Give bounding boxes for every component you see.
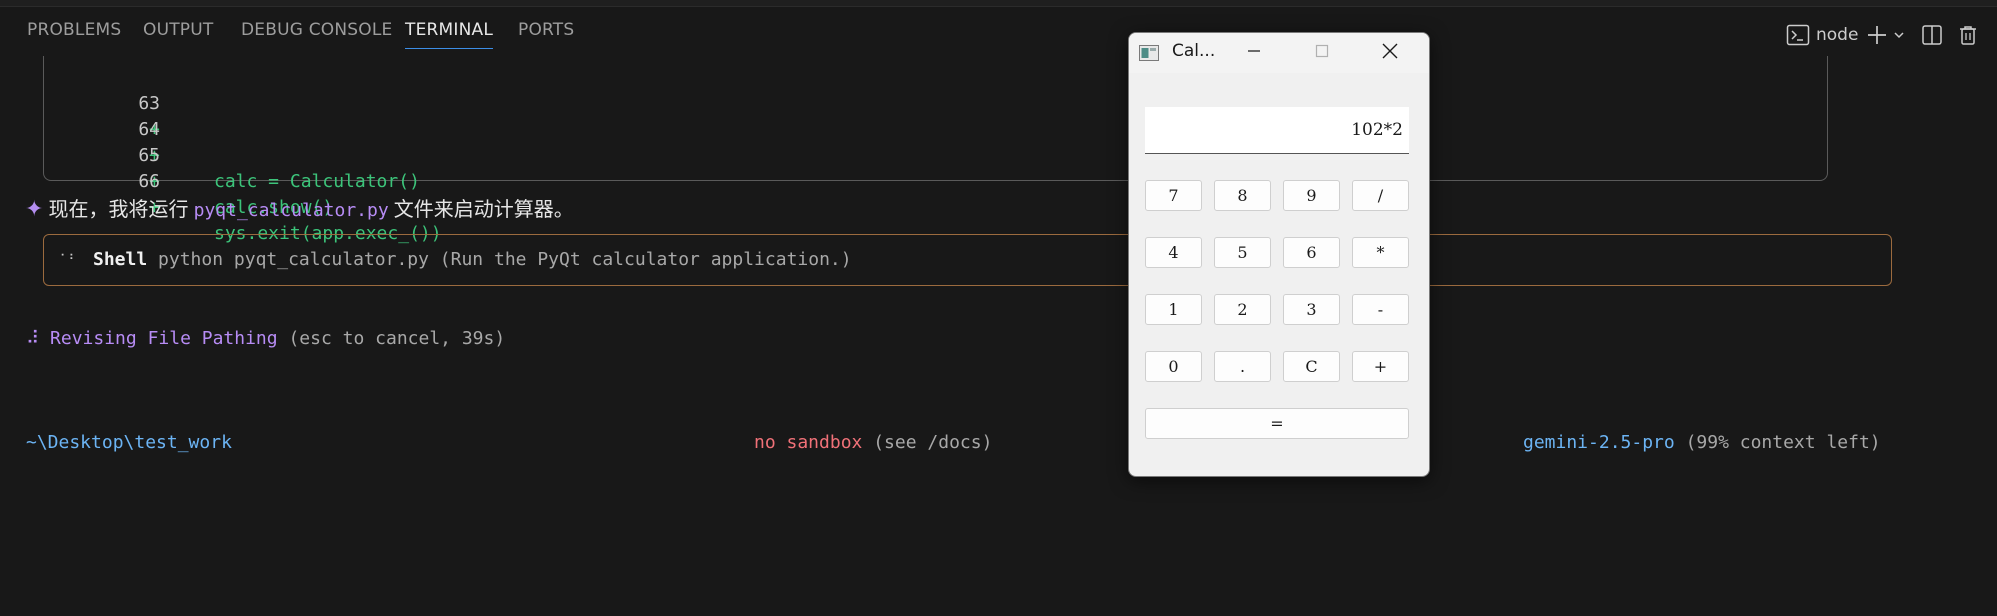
shell-call-text: Shell python pyqt_calculator.py (Run the… <box>93 235 852 285</box>
tab-debug-console[interactable]: DEBUG CONSOLE <box>241 20 392 50</box>
tab-problems[interactable]: PROBLEMS <box>27 20 121 50</box>
key-5[interactable]: 5 <box>1214 237 1271 268</box>
tab-terminal[interactable]: TERMINAL <box>405 20 494 49</box>
footer-path: ~\Desktop\test_work <box>26 428 232 458</box>
key-3[interactable]: 3 <box>1283 294 1340 325</box>
running-indicator-icon: ⠂⠆ <box>60 249 78 263</box>
model-name: gemini-2.5-pro <box>1523 432 1675 453</box>
calculator-window: Cal... 102*2 7 8 9 / 4 5 6 * 1 2 3 - 0 .… <box>1128 32 1430 477</box>
kill-terminal-button[interactable] <box>1957 20 1979 50</box>
calculator-title: Cal... <box>1172 41 1216 61</box>
maximize-icon <box>1314 43 1330 63</box>
key-clear[interactable]: C <box>1283 351 1340 382</box>
code-line: 64 + calc = Calculator() <box>44 91 420 192</box>
terminal-dropdown-button[interactable] <box>1892 20 1906 50</box>
app-icon <box>1139 45 1159 61</box>
key-divide[interactable]: / <box>1352 180 1409 211</box>
key-8[interactable]: 8 <box>1214 180 1271 211</box>
split-terminal-button[interactable] <box>1921 20 1943 50</box>
thinking-label: Revising File Pathing <box>50 328 278 349</box>
calculator-display: 102*2 <box>1145 107 1409 154</box>
close-icon <box>1381 42 1399 64</box>
key-7[interactable]: 7 <box>1145 180 1202 211</box>
key-9[interactable]: 9 <box>1283 180 1340 211</box>
key-0[interactable]: 0 <box>1145 351 1202 382</box>
terminal-name: node <box>1816 25 1859 45</box>
key-4[interactable]: 4 <box>1145 237 1202 268</box>
shell-label: Shell <box>93 249 148 270</box>
calculator-title-bar[interactable]: Cal... <box>1129 33 1429 73</box>
footer-sandbox: no sandbox (see /docs) <box>754 428 992 458</box>
diff-code-box: 63 + 64 + calc = Calculator() 65 + calc.… <box>43 56 1828 244</box>
plus-icon <box>1866 24 1888 46</box>
code-line: 66 + sys.exit(app.exec_()) <box>44 143 441 244</box>
minimize-button[interactable] <box>1234 39 1274 67</box>
trash-icon <box>1957 24 1979 46</box>
tab-output[interactable]: OUTPUT <box>143 20 214 50</box>
code-line: 63 + <box>44 65 160 140</box>
code-line: 65 + calc.show() <box>44 117 333 218</box>
split-editor-icon <box>1921 24 1943 46</box>
new-terminal-button[interactable] <box>1866 20 1888 50</box>
key-2[interactable]: 2 <box>1214 294 1271 325</box>
chevron-down-icon <box>1892 28 1906 42</box>
key-decimal[interactable]: . <box>1214 351 1271 382</box>
footer-model: gemini-2.5-pro (99% context left) <box>1523 428 1881 458</box>
terminal-selector[interactable]: node <box>1786 20 1858 50</box>
line-number: 65 <box>138 145 160 166</box>
line-number: 64 <box>138 119 160 140</box>
sandbox-hint: (see /docs) <box>873 432 993 453</box>
agent-message: ✦ 现在，我将运行 pyqt_calculator.py 文件来启动计算器。 <box>25 194 574 224</box>
close-button[interactable] <box>1370 39 1410 67</box>
shell-command: python pyqt_calculator.py (Run the PyQt … <box>158 249 852 270</box>
spinner-icon: ⠼ <box>26 328 40 349</box>
key-subtract[interactable]: - <box>1352 294 1409 325</box>
thinking-status: ⠼ Revising File Pathing (esc to cancel, … <box>26 324 505 354</box>
line-number: 66 <box>138 171 160 192</box>
sandbox-status: no sandbox <box>754 432 863 453</box>
line-number: 63 <box>138 93 160 114</box>
terminal-icon <box>1786 24 1810 46</box>
tab-ports[interactable]: PORTS <box>518 20 574 50</box>
message-suffix: 文件来启动计算器。 <box>393 197 574 221</box>
context-remaining: (99% context left) <box>1685 432 1881 453</box>
message-filename: pyqt_calculator.py <box>193 200 389 221</box>
key-1[interactable]: 1 <box>1145 294 1202 325</box>
code-text: calc = Calculator() <box>214 171 420 192</box>
key-equals[interactable]: = <box>1145 408 1409 439</box>
panel-tab-bar: PROBLEMS OUTPUT DEBUG CONSOLE TERMINAL P… <box>0 6 1997 56</box>
key-6[interactable]: 6 <box>1283 237 1340 268</box>
shell-tool-call: ⠂⠆ Shell python pyqt_calculator.py (Run … <box>43 234 1892 286</box>
minimize-icon <box>1246 43 1262 63</box>
sparkle-icon: ✦ <box>25 197 44 222</box>
thinking-hint: (esc to cancel, 39s) <box>288 328 506 349</box>
key-add[interactable]: + <box>1352 351 1409 382</box>
working-directory: ~\Desktop\test_work <box>26 432 232 453</box>
message-prefix: 现在，我将运行 <box>48 197 189 221</box>
key-multiply[interactable]: * <box>1352 237 1409 268</box>
maximize-button[interactable] <box>1302 39 1342 67</box>
